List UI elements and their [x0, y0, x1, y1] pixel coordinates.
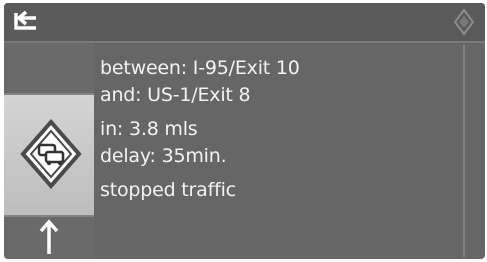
options-menu-button[interactable] — [453, 8, 475, 36]
scroll-up-button[interactable] — [37, 218, 61, 256]
traffic-info-screen: between: I-95/Exit 10 and: US-1/Exit 8 i… — [4, 3, 485, 259]
delay-text: delay: 35min. — [100, 145, 227, 167]
between-text: between: I-95/Exit 10 — [100, 57, 300, 79]
back-arrow-icon — [14, 10, 36, 30]
sidebar-divider — [4, 215, 94, 217]
up-arrow-icon — [39, 219, 59, 254]
and-text: and: US-1/Exit 8 — [100, 84, 251, 106]
sidebar — [4, 43, 94, 259]
scrollbar-track[interactable] — [463, 45, 465, 257]
status-text: stopped traffic — [100, 179, 236, 201]
back-button[interactable] — [10, 8, 44, 36]
distance-text: in: 3.8 mls — [100, 118, 198, 140]
traffic-jam-icon — [20, 118, 82, 190]
traffic-message-details: between: I-95/Exit 10 and: US-1/Exit 8 i… — [100, 55, 300, 204]
header-bar — [4, 3, 485, 43]
options-diamond-icon — [453, 8, 475, 36]
